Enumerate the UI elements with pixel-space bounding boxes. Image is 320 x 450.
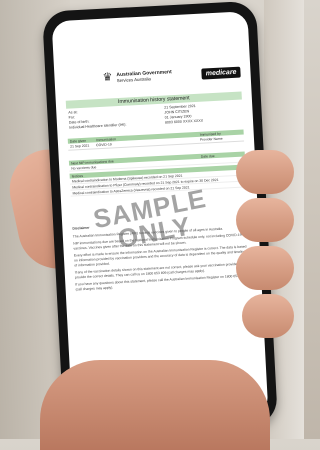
coat-of-arms-icon: ♛ [102,71,113,84]
gov-line2: Services Australia [116,76,151,84]
medicare-logo: medicare [201,66,241,80]
finger [236,150,294,194]
vaccination-table: Date given Immunisation Immunised by 21 … [67,129,245,151]
finger [236,246,294,290]
palm [40,360,270,450]
document-header: ♛ Australian Government Services Austral… [62,63,243,94]
finger [242,294,294,338]
cell-date: 21 Sep 2021 [70,143,90,149]
government-branding: Australian Government Services Australia [116,69,172,83]
cell-provider: Provider Name [199,136,223,142]
finger [236,198,294,242]
